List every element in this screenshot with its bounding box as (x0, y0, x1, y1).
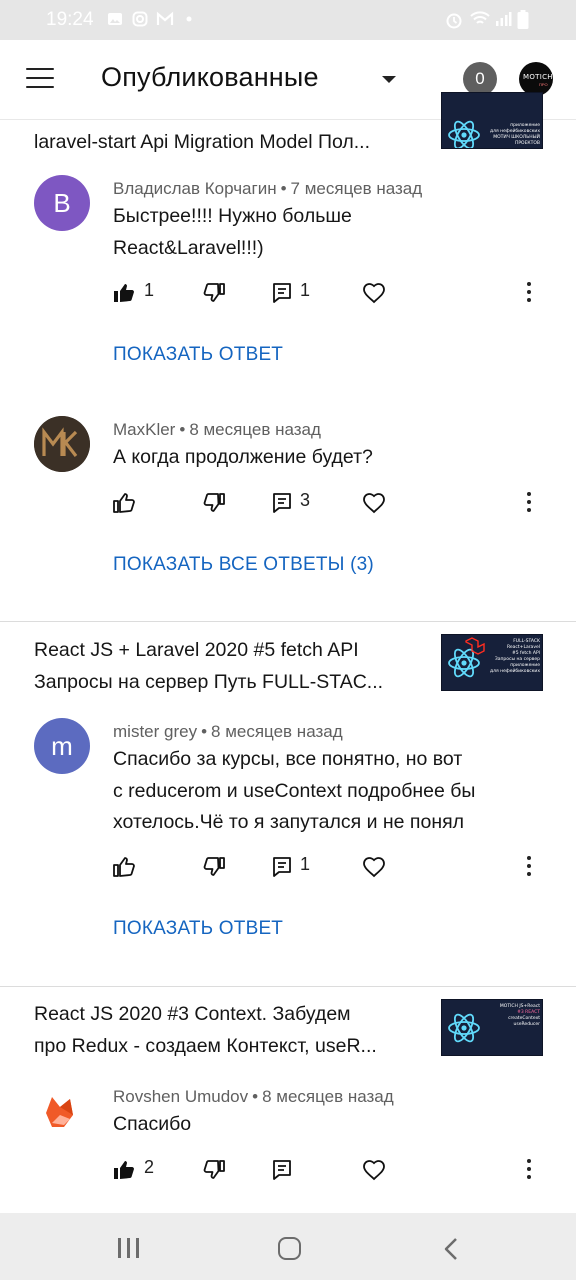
avatar-logo-icon (34, 416, 90, 472)
video-thumbnail[interactable]: FULL-STACK React+Laravel #5 fetch API За… (441, 634, 543, 691)
comment-text: Спасибо за курсы, все понятно, но вот с … (113, 748, 476, 833)
reply-count: 1 (300, 854, 311, 874)
video-title[interactable]: React JS 2020 #3 Context. Забудем про Re… (34, 998, 419, 1062)
video-thumbnail[interactable]: приложение для нефейбиковских МОТИЧ ШКОЛ… (441, 92, 543, 149)
comment-actions: 2 (0, 1155, 576, 1185)
like-count: 2 (144, 1157, 155, 1177)
comment-time: 8 месяцев назад (262, 1087, 394, 1106)
thumbnail-text: MOTICH JS+React #3 REACT createContext u… (499, 1004, 540, 1027)
video-thumbnail[interactable]: MOTICH JS+React #3 REACT createContext u… (441, 999, 543, 1056)
reply-icon[interactable] (270, 855, 294, 879)
thumb-up-icon[interactable] (112, 1158, 136, 1182)
page-title[interactable]: Опубликованные (101, 62, 319, 93)
react-logo-icon (448, 1013, 480, 1043)
comment-actions: 3 (0, 488, 576, 518)
comment-time: 8 месяцев назад (189, 420, 321, 439)
dropdown-icon[interactable] (382, 76, 396, 83)
reply-count: 3 (300, 490, 311, 510)
avatar[interactable]: B (34, 175, 90, 231)
gmail-icon (156, 11, 174, 25)
battery-icon (517, 10, 529, 29)
comment-meta: mister grey • 8 месяцев назад (113, 722, 343, 741)
notification-dot-icon (186, 16, 192, 22)
heart-icon[interactable] (362, 1158, 386, 1182)
comment-meta: Rovshen Umudov • 8 месяцев назад (113, 1087, 394, 1106)
thumbnail-text: FULL-STACK React+Laravel #5 fetch API За… (490, 639, 540, 674)
thumb-up-icon[interactable] (112, 491, 136, 515)
thumb-up-icon[interactable] (112, 281, 136, 305)
divider (0, 621, 576, 622)
heart-icon[interactable] (362, 281, 386, 305)
show-replies-button[interactable]: ПОКАЗАТЬ ОТВЕТ (113, 344, 283, 366)
more-vert-icon[interactable] (526, 282, 532, 304)
more-vert-icon[interactable] (526, 492, 532, 514)
system-nav-bar (0, 1213, 576, 1280)
thumbnail-text: приложение для нефейбиковских МОТИЧ ШКОЛ… (490, 123, 540, 146)
avatar[interactable]: m (34, 718, 90, 774)
thumb-down-icon[interactable] (202, 281, 226, 305)
video-title[interactable]: React JS + Laravel 2020 #5 fetch API Зап… (34, 634, 419, 698)
fox-avatar-icon (46, 1097, 73, 1127)
thumb-up-icon[interactable] (112, 855, 136, 879)
divider (0, 986, 576, 987)
gallery-icon (108, 13, 122, 25)
alarm-icon (446, 13, 462, 29)
back-icon[interactable] (442, 1237, 460, 1261)
comment-author[interactable]: Владислав Корчагин (113, 179, 277, 198)
comment-time: 7 месяцев назад (290, 179, 423, 198)
reply-icon[interactable] (270, 1158, 294, 1182)
signal-icon (496, 12, 512, 26)
comment-author[interactable]: MaxKler (113, 420, 175, 439)
video-row[interactable]: React JS 2020 #3 Context. Забудем про Re… (0, 997, 576, 1061)
notification-count-badge[interactable]: 0 (463, 62, 497, 96)
more-vert-icon[interactable] (526, 856, 532, 878)
video-row[interactable]: React JS + Laravel 2020 #5 fetch API Зап… (0, 632, 576, 696)
laravel-logo-icon (465, 637, 485, 655)
recents-icon[interactable] (118, 1238, 140, 1258)
like-count: 1 (144, 280, 155, 300)
thumb-down-icon[interactable] (202, 491, 226, 515)
comment-actions: 1 (0, 852, 576, 882)
instagram-icon (132, 11, 148, 27)
heart-icon[interactable] (362, 855, 386, 879)
comment-author[interactable]: Rovshen Umudov (113, 1087, 248, 1106)
avatar[interactable] (34, 416, 90, 472)
channel-logo-sub: ПРО (539, 82, 548, 87)
status-time: 19:24 (46, 9, 94, 30)
show-replies-button[interactable]: ПОКАЗАТЬ ОТВЕТ (113, 918, 283, 940)
react-logo-icon (448, 120, 480, 148)
comment-meta: Владислав Корчагин • 7 месяцев назад (113, 179, 423, 198)
avatar[interactable] (34, 1083, 90, 1139)
comment-text: А когда продолжение будет? (113, 446, 373, 468)
more-vert-icon[interactable] (526, 1159, 532, 1181)
comment-text: Спасибо (113, 1113, 192, 1135)
comment-time: 8 месяцев назад (211, 722, 343, 741)
home-icon[interactable] (278, 1237, 301, 1260)
menu-icon[interactable] (26, 68, 54, 90)
channel-logo-text: MOTICH (523, 73, 553, 81)
thumb-down-icon[interactable] (202, 1158, 226, 1182)
video-title[interactable]: laravel-start Api Migration Model Пол... (34, 126, 419, 158)
status-bar: 19:24 (0, 0, 576, 40)
thumb-down-icon[interactable] (202, 855, 226, 879)
comment-meta: MaxKler • 8 месяцев назад (113, 420, 321, 439)
comment-actions: 1 1 (0, 278, 576, 308)
channel-avatar[interactable]: MOTICH ПРО (519, 62, 553, 96)
heart-icon[interactable] (362, 491, 386, 515)
reply-icon[interactable] (270, 281, 294, 305)
wifi-icon (470, 11, 490, 24)
reply-count: 1 (300, 280, 311, 300)
reply-icon[interactable] (270, 491, 294, 515)
show-replies-button[interactable]: ПОКАЗАТЬ ВСЕ ОТВЕТЫ (3) (113, 554, 374, 576)
video-row[interactable]: laravel-start Api Migration Model Пол...… (0, 92, 576, 158)
comment-text: Быстрее!!!! Нужно больше React&Laravel!!… (113, 205, 352, 259)
comment-author[interactable]: mister grey (113, 722, 197, 741)
